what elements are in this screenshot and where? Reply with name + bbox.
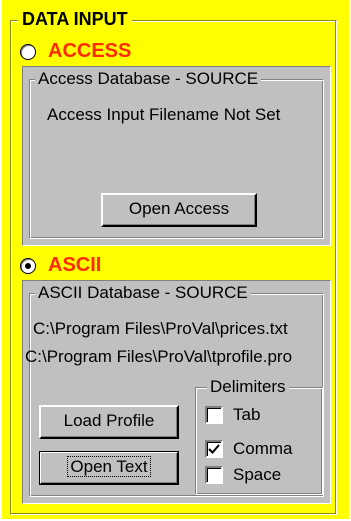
delimiters-legend: Delimiters (207, 377, 289, 397)
comma-label: Comma (233, 439, 293, 458)
ascii-profile-path: C:\Program Files\ProVal\tprofile.pro (25, 347, 293, 366)
ascii-source-legend: ASCII Database - SOURCE (35, 283, 251, 303)
tab-label: Tab (233, 405, 261, 424)
space-label: Space (233, 465, 282, 484)
load-profile-button-label: Load Profile (63, 411, 155, 430)
space-delimiter-option[interactable]: Space (205, 465, 281, 485)
access-source-legend: Access Database - SOURCE (35, 69, 262, 89)
tab-checkbox[interactable] (205, 406, 223, 424)
access-radio-option[interactable]: ACCESS (20, 40, 132, 63)
data-input-panel: DATA INPUT ACCESS Access Database - SOUR… (2, 0, 349, 519)
open-access-button-label: Open Access (128, 199, 230, 218)
comma-delimiter-option[interactable]: Comma (205, 439, 293, 459)
ascii-file-path: C:\Program Files\ProVal\prices.txt (33, 319, 288, 338)
access-radio[interactable] (20, 43, 36, 60)
load-profile-button[interactable]: Load Profile (39, 405, 179, 439)
tab-delimiter-option[interactable]: Tab (205, 405, 260, 425)
access-radio-label: ACCESS (48, 40, 132, 62)
access-source-box: Access Database - SOURCE Access Input Fi… (22, 66, 331, 246)
ascii-radio[interactable] (20, 257, 36, 274)
open-text-button-label: Open Text (67, 456, 151, 477)
open-access-button[interactable]: Open Access (101, 193, 257, 227)
ascii-radio-label: ASCII (48, 254, 102, 276)
open-text-button[interactable]: Open Text (39, 451, 179, 485)
checkmark-icon (208, 444, 220, 454)
access-status-text: Access Input Filename Not Set (47, 105, 281, 124)
ascii-radio-option[interactable]: ASCII (20, 254, 102, 277)
comma-checkbox[interactable] (205, 440, 223, 458)
ascii-source-box: ASCII Database - SOURCE C:\Program Files… (22, 280, 331, 504)
data-input-legend: DATA INPUT (18, 8, 132, 30)
space-checkbox[interactable] (205, 466, 223, 484)
